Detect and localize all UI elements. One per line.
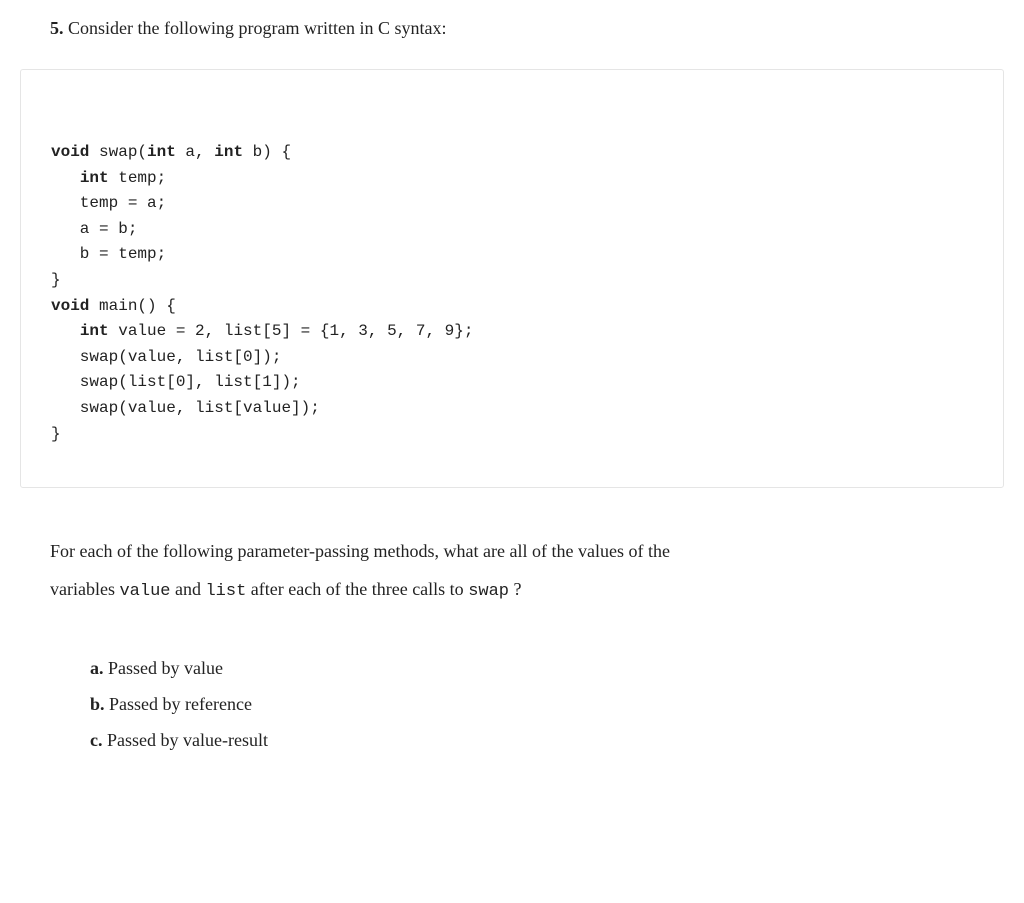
code-text: value = 2, list[5] = {1, 3, 5, 7, 9}; bbox=[109, 322, 474, 340]
code-block: void swap(int a, int b) { int temp; temp… bbox=[20, 69, 1004, 488]
code-text bbox=[51, 169, 80, 187]
code-text: b) { bbox=[243, 143, 291, 161]
option-label: c. bbox=[90, 730, 103, 750]
code-keyword: void bbox=[51, 143, 89, 161]
code-line: } bbox=[51, 271, 61, 289]
code-keyword: int bbox=[214, 143, 243, 161]
options-list: a. Passed by value b. Passed by referenc… bbox=[50, 650, 974, 758]
question-prompt: Consider the following program written i… bbox=[64, 18, 447, 38]
code-inline: swap bbox=[468, 582, 509, 601]
code-line: b = temp; bbox=[51, 245, 166, 263]
code-line: temp = a; bbox=[51, 194, 166, 212]
code-line: a = b; bbox=[51, 220, 137, 238]
option-label: b. bbox=[90, 694, 105, 714]
option-b: b. Passed by reference bbox=[90, 686, 974, 722]
code-text: swap( bbox=[89, 143, 147, 161]
code-keyword: int bbox=[147, 143, 176, 161]
followup-text: ? bbox=[509, 579, 522, 599]
followup-question: For each of the following parameter-pass… bbox=[50, 533, 974, 609]
code-line: swap(value, list[0]); bbox=[51, 348, 281, 366]
code-text bbox=[51, 322, 80, 340]
code-text: a, bbox=[176, 143, 214, 161]
code-keyword: int bbox=[80, 322, 109, 340]
code-keyword: int bbox=[80, 169, 109, 187]
followup-text: For each of the following parameter-pass… bbox=[50, 541, 670, 561]
question-number: 5. bbox=[50, 18, 64, 38]
option-text: Passed by value-result bbox=[103, 730, 268, 750]
code-inline: list bbox=[205, 582, 246, 601]
code-text: temp; bbox=[109, 169, 167, 187]
option-a: a. Passed by value bbox=[90, 650, 974, 686]
option-text: Passed by reference bbox=[105, 694, 252, 714]
option-c: c. Passed by value-result bbox=[90, 722, 974, 758]
code-line: } bbox=[51, 425, 61, 443]
code-line: swap(value, list[value]); bbox=[51, 399, 320, 417]
followup-text: after each of the three calls to bbox=[246, 579, 468, 599]
option-label: a. bbox=[90, 658, 104, 678]
code-keyword: void bbox=[51, 297, 89, 315]
question-header: 5. Consider the following program writte… bbox=[50, 18, 974, 39]
followup-text: and bbox=[170, 579, 205, 599]
followup-text: variables bbox=[50, 579, 119, 599]
option-text: Passed by value bbox=[104, 658, 223, 678]
code-text: main() { bbox=[89, 297, 175, 315]
code-content: void swap(int a, int b) { int temp; temp… bbox=[51, 140, 973, 447]
code-inline: value bbox=[119, 582, 170, 601]
code-line: swap(list[0], list[1]); bbox=[51, 373, 301, 391]
